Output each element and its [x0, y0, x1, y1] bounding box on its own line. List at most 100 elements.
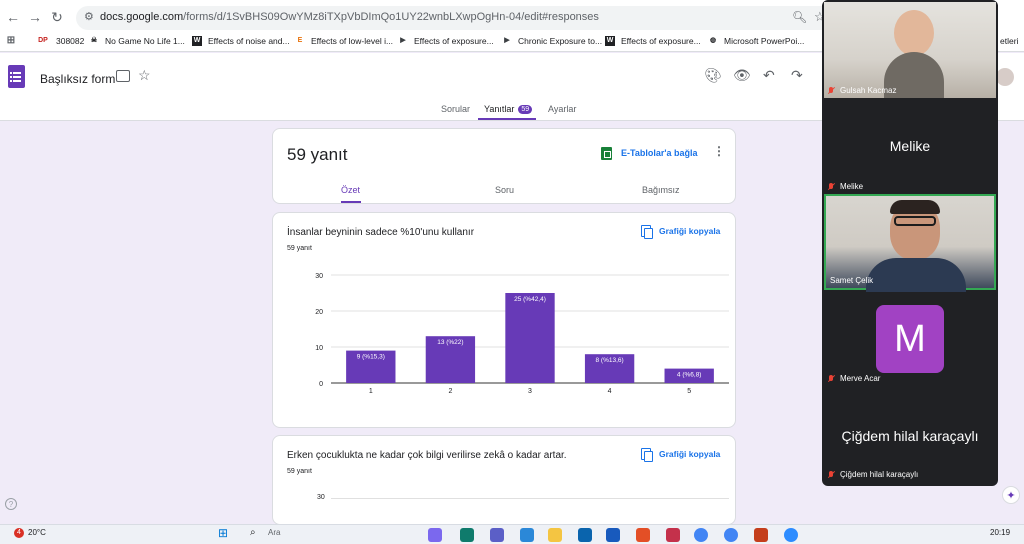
gridline [331, 498, 729, 499]
participant-name: Samet Çelik [830, 276, 874, 285]
x-tick-label: 5 [687, 388, 691, 395]
responses-summary-card: 59 yanıt E-Tablolar'a bağla ⋮ Özet Soru … [272, 128, 736, 204]
x-tick-label: 1 [369, 388, 373, 395]
apps-icon[interactable]: ⊞ [6, 36, 22, 46]
data-label: 13 (%22) [437, 339, 463, 346]
active-subtab-indicator [341, 201, 361, 203]
powerpoint-icon[interactable] [754, 528, 768, 542]
bookmark-1[interactable]: DP 308082 [36, 36, 84, 46]
forward-icon[interactable]: → [26, 8, 44, 26]
star-icon[interactable]: ☆ [138, 67, 151, 84]
bookmark-8[interactable]: ◍ Microsoft PowerPoi... [708, 36, 804, 46]
bookmark-overflow[interactable]: etleri [1000, 36, 1018, 46]
bookmark-3[interactable]: W Effects of noise and... [192, 36, 290, 46]
bookmark-6[interactable]: ▶ Chronic Exposure to... [502, 36, 602, 46]
gemini-icon[interactable]: ✦ [1002, 486, 1020, 504]
participant-name: Melike [828, 182, 863, 191]
zoom-icon[interactable]: 🔍︎ [792, 10, 807, 24]
glasses [894, 216, 936, 226]
bookmark-7[interactable]: W Effects of exposure... [605, 36, 701, 46]
teams-icon[interactable] [490, 528, 504, 542]
bookmark-4[interactable]: E Effects of low-level i... [295, 36, 393, 46]
responses-count-badge: 59 [518, 105, 533, 114]
x-tick-label: 3 [528, 388, 532, 395]
participant-body [866, 258, 966, 292]
undo-icon[interactable]: ↶ [763, 67, 775, 84]
response-count: 59 yanıt [287, 468, 312, 475]
sheets-icon[interactable] [601, 147, 612, 160]
question-title: İnsanlar beyninin sadece %10'unu kullanı… [287, 227, 475, 238]
subtab-summary[interactable]: Özet [341, 185, 360, 195]
taskbar-app-icon[interactable] [428, 528, 442, 542]
participant-tile-1[interactable]: Gulsah Kacmaz [824, 2, 996, 98]
help-icon[interactable]: ? [5, 498, 17, 510]
address-bar[interactable]: ⚙ docs.google.com/forms/d/1SvBHS09OwYMz8… [76, 6, 836, 30]
x-tick-label: 2 [448, 388, 452, 395]
responses-count-title: 59 yanıt [287, 145, 348, 164]
clock[interactable]: 20:19 [990, 528, 1010, 537]
question-card-1: İnsanlar beyninin sadece %10'unu kullanı… [272, 212, 736, 428]
search-icon[interactable]: ⌕ [250, 527, 256, 538]
participant-tile-4[interactable]: M Merve Acar [824, 290, 996, 386]
forms-logo-icon[interactable] [8, 65, 25, 88]
y-tick-label: 0 [319, 381, 323, 388]
preview-eye-icon[interactable]: 👁︎ [733, 67, 751, 84]
participant-big-name: Melike [889, 138, 931, 154]
tab-settings[interactable]: Ayarlar [548, 104, 576, 114]
participant-hair [890, 200, 940, 214]
data-label: 25 (%42,4) [514, 296, 546, 303]
weather-temperature[interactable]: 20°C [28, 528, 46, 537]
start-windows-icon[interactable]: ⊞ [218, 526, 228, 540]
participant-name: Merve Acar [828, 374, 880, 383]
site-info-icon[interactable]: ⚙ [84, 10, 98, 24]
subtab-individual[interactable]: Bağımsız [642, 185, 680, 195]
form-title[interactable]: Başlıksız form [40, 72, 115, 86]
copy-chart-icon[interactable] [641, 448, 653, 462]
copy-chart-icon[interactable] [641, 225, 653, 239]
taskbar-app-icon[interactable] [520, 528, 534, 542]
participant-tile-3[interactable]: Samet Çelik [824, 194, 996, 292]
mic-off-icon [828, 374, 834, 383]
copy-chart-button[interactable]: Grafiği kopyala [659, 449, 720, 459]
tab-questions[interactable]: Sorular [441, 104, 470, 114]
mic-off-icon [828, 470, 834, 479]
reload-icon[interactable]: ↻ [48, 8, 66, 26]
subtab-question[interactable]: Soru [495, 185, 514, 195]
account-avatar[interactable] [996, 68, 1014, 86]
data-label: 8 (%13,6) [596, 357, 624, 364]
chrome-icon[interactable] [694, 528, 708, 542]
word-icon[interactable] [606, 528, 620, 542]
zoom-app-icon[interactable] [784, 528, 798, 542]
copy-chart-button[interactable]: Grafiği kopyala [659, 226, 720, 236]
form-tabs: Sorular Yanıtlar 59 Ayarlar [0, 101, 822, 121]
question-title: Erken çocuklukta ne kadar çok bilgi veri… [287, 450, 567, 461]
participant-face [894, 10, 934, 56]
participant-avatar: M [876, 305, 944, 373]
redo-icon[interactable]: ↷ [791, 67, 803, 84]
weather-badge: 4 [14, 528, 24, 538]
more-options-icon[interactable]: ⋮ [713, 144, 725, 158]
bookmark-2[interactable]: ☠ No Game No Life 1... [89, 36, 185, 46]
windows-taskbar: 4 20°C ⊞ ⌕ Ara 20:19 [0, 524, 1024, 544]
taskbar-app-icon[interactable] [666, 528, 680, 542]
participant-tile-2[interactable]: Melike Melike [824, 98, 996, 194]
folder-icon[interactable] [116, 70, 130, 82]
outlook-icon[interactable] [578, 528, 592, 542]
taskbar-app-icon[interactable] [636, 528, 650, 542]
participant-name: Gulsah Kacmaz [828, 86, 896, 95]
data-label: 4 (%6,8) [677, 372, 702, 379]
taskbar-search[interactable]: Ara [268, 528, 280, 537]
bookmark-5[interactable]: ▶ Effects of exposure... [398, 36, 493, 46]
back-icon[interactable]: ← [4, 8, 22, 26]
taskbar-app-icon[interactable] [460, 528, 474, 542]
file-explorer-icon[interactable] [548, 528, 562, 542]
tab-responses[interactable]: Yanıtlar 59 [484, 104, 533, 114]
link-to-sheets-button[interactable]: E-Tablolar'a bağla [621, 148, 698, 158]
chrome-icon[interactable] [724, 528, 738, 542]
participant-tile-5[interactable]: Çiğdem hilal karaçaylı Çiğdem hilal kara… [824, 386, 996, 482]
meet-participants-panel: ⋮ Gulsah Kacmaz Melike Melike Samet Çeli… [822, 0, 998, 486]
bar [505, 293, 555, 383]
response-count: 59 yanıt [287, 245, 312, 252]
palette-icon[interactable]: 🎨︎ [704, 67, 722, 84]
y-tick-label: 30 [315, 273, 323, 280]
